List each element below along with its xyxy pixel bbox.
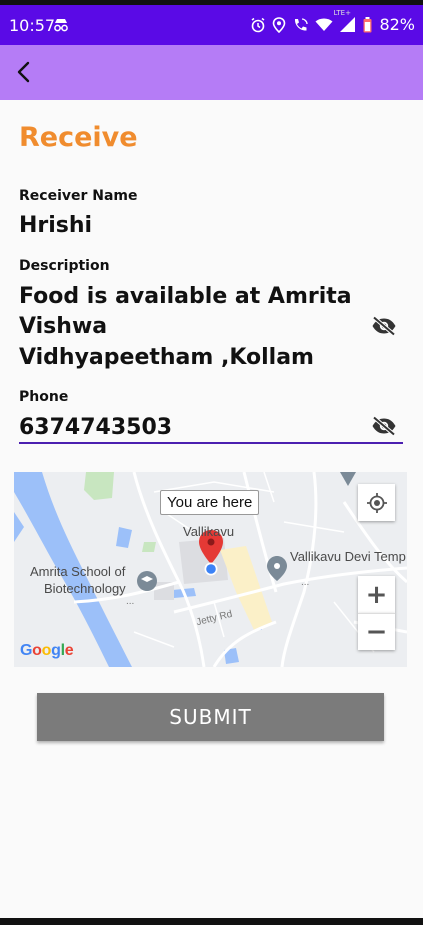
battery-icon <box>363 16 372 33</box>
google-logo: Google <box>20 642 74 659</box>
receiver-name-label: Receiver Name <box>19 188 138 204</box>
page-title: Receive <box>19 122 138 153</box>
description-line-1: Food is available at Amrita <box>19 284 352 309</box>
map-view[interactable]: You are here Vallikavu Vallikavu Devi Te… <box>14 472 407 667</box>
zoom-out-button[interactable]: − <box>358 613 395 650</box>
incognito-icon <box>53 17 69 37</box>
phone-underline <box>19 442 403 444</box>
wifi-icon <box>315 17 333 32</box>
alarm-icon <box>250 17 266 33</box>
phone-value[interactable]: 6374743503 <box>19 412 172 443</box>
wifi-call-icon <box>292 17 309 33</box>
back-arrow-icon <box>17 61 30 83</box>
submit-button[interactable]: SUBMIT <box>37 693 384 741</box>
you-are-here-tooltip: You are here <box>160 490 260 515</box>
receiver-name-value: Hrishi <box>19 213 93 238</box>
map-label-vallikavu: Vallikavu <box>183 524 235 539</box>
map-label-school-1: Amrita School of <box>30 564 126 579</box>
status-bar: 10:57 LTE+ 82% <box>0 5 423 45</box>
map-label-ellipsis-2: ... <box>301 577 310 588</box>
screen: 10:57 LTE+ 82% Receive Receiver Name Hri… <box>0 0 423 925</box>
map-label-temple: Vallikavu Devi Temp <box>290 549 406 564</box>
zoom-in-button[interactable]: + <box>358 576 395 613</box>
lte-label: LTE+ <box>333 8 351 17</box>
description-label: Description <box>19 258 110 274</box>
battery-percent: 82% <box>379 15 415 34</box>
map-label-ellipsis-1: ... <box>126 596 135 607</box>
bottom-edge <box>0 918 423 925</box>
app-bar <box>0 45 423 100</box>
phone-label: Phone <box>19 389 69 405</box>
eye-off-icon[interactable] <box>371 416 397 436</box>
status-icons: LTE+ 82% <box>250 9 415 34</box>
back-button[interactable] <box>8 57 38 87</box>
description-line-2: Vishwa <box>19 314 108 339</box>
my-location-icon <box>366 492 387 513</box>
status-time: 10:57 <box>9 16 56 35</box>
map-label-school-2: Biotechnology <box>44 581 126 596</box>
eye-off-icon[interactable] <box>371 316 397 336</box>
description-line-3: Vidhyapeetham ,Kollam <box>19 345 314 370</box>
location-icon <box>272 16 286 33</box>
my-location-button[interactable] <box>358 484 395 521</box>
signal-icon: LTE+ <box>333 9 357 34</box>
